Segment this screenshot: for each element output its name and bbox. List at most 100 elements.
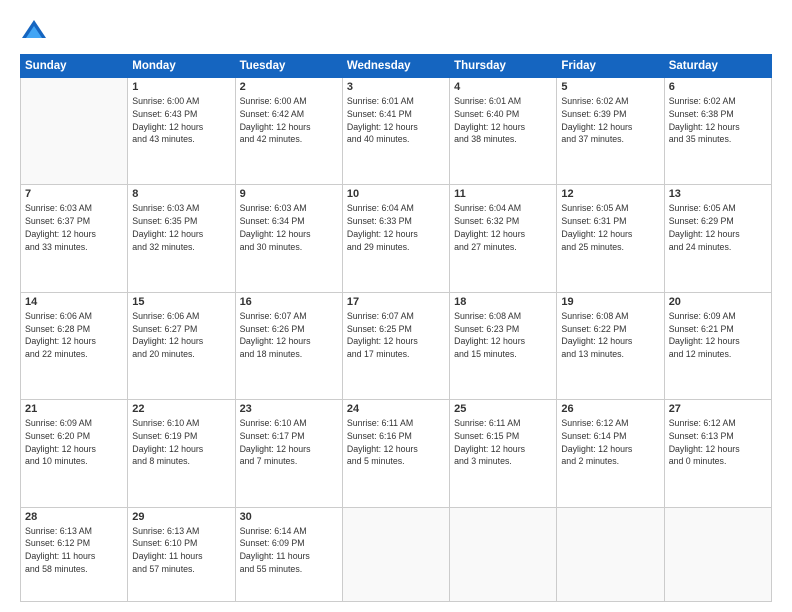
day-number: 27 [669, 403, 767, 415]
calendar-cell: 5Sunrise: 6:02 AMSunset: 6:39 PMDaylight… [557, 78, 664, 185]
calendar-cell: 4Sunrise: 6:01 AMSunset: 6:40 PMDaylight… [450, 78, 557, 185]
weekday-header: Monday [128, 55, 235, 78]
day-number: 25 [454, 403, 552, 415]
day-info: Sunrise: 6:07 AMSunset: 6:25 PMDaylight:… [347, 310, 445, 361]
calendar-cell: 24 Sunrise: 6:11 AMSunset: 6:16 PMDayligh… [342, 400, 449, 507]
day-info: Sunrise: 6:02 AMSunset: 6:38 PMDaylight:… [669, 95, 767, 146]
day-number: 3 [347, 81, 445, 93]
day-number: 26 [561, 403, 659, 415]
calendar-cell: 26 Sunrise: 6:12 AMSunset: 6:14 PMDayligh… [557, 400, 664, 507]
day-number: 28 [25, 511, 123, 523]
calendar-cell: 16Sunrise: 6:07 AMSunset: 6:26 PMDayligh… [235, 292, 342, 399]
day-info: Sunrise: 6:13 AMSunset: 6:12 PMDaylight:… [25, 525, 123, 576]
day-info: Sunrise: 6:04 AMSunset: 6:32 PMDaylight:… [454, 202, 552, 253]
day-number: 16 [240, 296, 338, 308]
day-number: 7 [25, 188, 123, 200]
day-number: 20 [669, 296, 767, 308]
day-info: Sunrise: 6:12 AMSunset: 6:14 PMDaylight:… [561, 417, 659, 468]
day-info: Sunrise: 6:05 AMSunset: 6:31 PMDaylight:… [561, 202, 659, 253]
calendar-cell: 23 Sunrise: 6:10 AMSunset: 6:17 PMDayligh… [235, 400, 342, 507]
calendar-cell: 9Sunrise: 6:03 AMSunset: 6:34 PMDaylight… [235, 185, 342, 292]
day-info: Sunrise: 6:03 AMSunset: 6:34 PMDaylight:… [240, 202, 338, 253]
calendar-cell: 29 Sunrise: 6:13 AMSunset: 6:10 PMDayligh… [128, 507, 235, 601]
week-row: 28 Sunrise: 6:13 AMSunset: 6:12 PMDayligh… [21, 507, 772, 601]
day-number: 13 [669, 188, 767, 200]
day-info: Sunrise: 6:11 AMSunset: 6:16 PMDaylight:… [347, 417, 445, 468]
day-number: 30 [240, 511, 338, 523]
day-info: Sunrise: 6:10 AMSunset: 6:17 PMDaylight:… [240, 417, 338, 468]
day-info: Sunrise: 6:00 AMSunset: 6:42 AMDaylight:… [240, 95, 338, 146]
day-info: Sunrise: 6:09 AMSunset: 6:21 PMDaylight:… [669, 310, 767, 361]
day-info: Sunrise: 6:14 AMSunset: 6:09 PMDaylight:… [240, 525, 338, 576]
day-info: Sunrise: 6:10 AMSunset: 6:19 PMDaylight:… [132, 417, 230, 468]
calendar-cell: 14 Sunrise: 6:06 AMSunset: 6:28 PMDayligh… [21, 292, 128, 399]
calendar-cell: 18 Sunrise: 6:08 AMSunset: 6:23 PMDayligh… [450, 292, 557, 399]
logo-icon [20, 18, 48, 46]
header [20, 18, 772, 46]
day-number: 6 [669, 81, 767, 93]
calendar-table: SundayMondayTuesdayWednesdayThursdayFrid… [20, 54, 772, 602]
calendar-cell [450, 507, 557, 601]
calendar-cell: 30 Sunrise: 6:14 AMSunset: 6:09 PMDayligh… [235, 507, 342, 601]
day-info: Sunrise: 6:06 AMSunset: 6:27 PMDaylight:… [132, 310, 230, 361]
day-number: 12 [561, 188, 659, 200]
logo [20, 18, 52, 46]
day-info: Sunrise: 6:08 AMSunset: 6:23 PMDaylight:… [454, 310, 552, 361]
week-row: 14 Sunrise: 6:06 AMSunset: 6:28 PMDayligh… [21, 292, 772, 399]
calendar-cell: 10 Sunrise: 6:04 AMSunset: 6:33 PMDayligh… [342, 185, 449, 292]
day-number: 1 [132, 81, 230, 93]
weekday-header: Wednesday [342, 55, 449, 78]
day-number: 18 [454, 296, 552, 308]
day-info: Sunrise: 6:01 AMSunset: 6:41 PMDaylight:… [347, 95, 445, 146]
day-info: Sunrise: 6:03 AMSunset: 6:35 PMDaylight:… [132, 202, 230, 253]
day-number: 2 [240, 81, 338, 93]
day-number: 14 [25, 296, 123, 308]
calendar-cell: 15 Sunrise: 6:06 AMSunset: 6:27 PMDayligh… [128, 292, 235, 399]
week-row: 7 Sunrise: 6:03 AMSunset: 6:37 PMDaylight… [21, 185, 772, 292]
day-info: Sunrise: 6:13 AMSunset: 6:10 PMDaylight:… [132, 525, 230, 576]
day-number: 10 [347, 188, 445, 200]
calendar-cell: 7 Sunrise: 6:03 AMSunset: 6:37 PMDaylight… [21, 185, 128, 292]
day-info: Sunrise: 6:12 AMSunset: 6:13 PMDaylight:… [669, 417, 767, 468]
day-info: Sunrise: 6:09 AMSunset: 6:20 PMDaylight:… [25, 417, 123, 468]
day-info: Sunrise: 6:00 AMSunset: 6:43 PMDaylight:… [132, 95, 230, 146]
day-number: 23 [240, 403, 338, 415]
calendar-cell [342, 507, 449, 601]
day-info: Sunrise: 6:03 AMSunset: 6:37 PMDaylight:… [25, 202, 123, 253]
day-info: Sunrise: 6:02 AMSunset: 6:39 PMDaylight:… [561, 95, 659, 146]
calendar-cell: 13 Sunrise: 6:05 AMSunset: 6:29 PMDayligh… [664, 185, 771, 292]
day-info: Sunrise: 6:06 AMSunset: 6:28 PMDaylight:… [25, 310, 123, 361]
day-info: Sunrise: 6:11 AMSunset: 6:15 PMDaylight:… [454, 417, 552, 468]
calendar-cell [557, 507, 664, 601]
calendar-cell: 21 Sunrise: 6:09 AMSunset: 6:20 PMDayligh… [21, 400, 128, 507]
day-number: 17 [347, 296, 445, 308]
calendar-cell: 28 Sunrise: 6:13 AMSunset: 6:12 PMDayligh… [21, 507, 128, 601]
day-number: 15 [132, 296, 230, 308]
calendar-cell: 12 Sunrise: 6:05 AMSunset: 6:31 PMDayligh… [557, 185, 664, 292]
calendar-cell: 11 Sunrise: 6:04 AMSunset: 6:32 PMDayligh… [450, 185, 557, 292]
calendar-cell: 27 Sunrise: 6:12 AMSunset: 6:13 PMDayligh… [664, 400, 771, 507]
calendar-cell [664, 507, 771, 601]
day-number: 29 [132, 511, 230, 523]
day-number: 21 [25, 403, 123, 415]
day-number: 24 [347, 403, 445, 415]
calendar-cell: 8Sunrise: 6:03 AMSunset: 6:35 PMDaylight… [128, 185, 235, 292]
calendar-cell: 2 Sunrise: 6:00 AMSunset: 6:42 AMDaylight… [235, 78, 342, 185]
calendar-cell: 6 Sunrise: 6:02 AMSunset: 6:38 PMDaylight… [664, 78, 771, 185]
day-number: 11 [454, 188, 552, 200]
day-info: Sunrise: 6:01 AMSunset: 6:40 PMDaylight:… [454, 95, 552, 146]
calendar-cell: 19 Sunrise: 6:08 AMSunset: 6:22 PMDayligh… [557, 292, 664, 399]
day-info: Sunrise: 6:05 AMSunset: 6:29 PMDaylight:… [669, 202, 767, 253]
calendar-cell: 20 Sunrise: 6:09 AMSunset: 6:21 PMDayligh… [664, 292, 771, 399]
weekday-header: Sunday [21, 55, 128, 78]
calendar-cell: 25 Sunrise: 6:11 AMSunset: 6:15 PMDayligh… [450, 400, 557, 507]
page: SundayMondayTuesdayWednesdayThursdayFrid… [0, 0, 792, 612]
weekday-header: Saturday [664, 55, 771, 78]
weekday-header: Tuesday [235, 55, 342, 78]
week-row: 1 Sunrise: 6:00 AMSunset: 6:43 PMDaylight… [21, 78, 772, 185]
day-number: 19 [561, 296, 659, 308]
day-info: Sunrise: 6:08 AMSunset: 6:22 PMDaylight:… [561, 310, 659, 361]
day-number: 22 [132, 403, 230, 415]
day-info: Sunrise: 6:04 AMSunset: 6:33 PMDaylight:… [347, 202, 445, 253]
calendar-cell: 17 Sunrise: 6:07 AMSunset: 6:25 PMDayligh… [342, 292, 449, 399]
